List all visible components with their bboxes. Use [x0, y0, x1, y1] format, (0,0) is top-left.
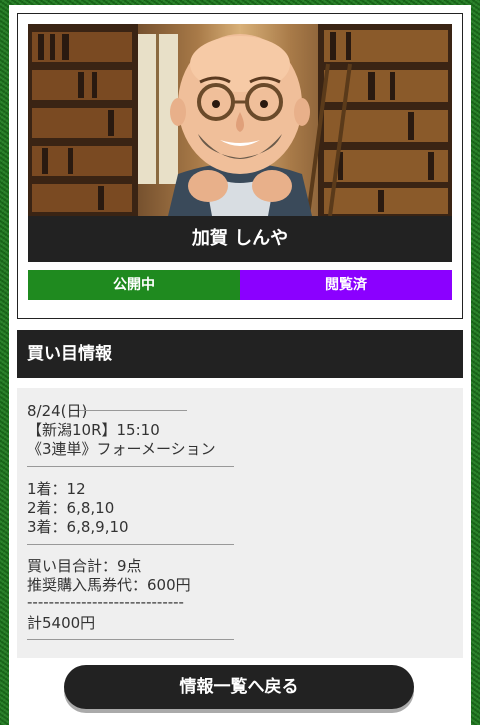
divider [27, 639, 234, 640]
status-viewed-badge: 閲覧済 [240, 270, 452, 300]
section-title: 買い目情報 [17, 330, 463, 378]
profile-card: 加賀 しんや 公開中 閲覧済 [17, 13, 463, 319]
divider [27, 466, 234, 467]
back-to-list-button[interactable]: 情報一覧へ戻る [64, 665, 414, 709]
content-panel: 加賀 しんや 公開中 閲覧済 買い目情報 8/24(日) 【新潟10R】15:1… [9, 5, 471, 725]
first-place: 1着：12 [27, 480, 86, 498]
profile-image [28, 24, 452, 216]
divider [27, 544, 234, 545]
race-info: 【新潟10R】15:10 [27, 421, 160, 439]
status-public-badge: 公開中 [28, 270, 240, 300]
bet-type: 《3連単》フォーメーション [27, 440, 216, 458]
status-row: 公開中 閲覧済 [28, 270, 452, 300]
recommended-amount: 推奨購入馬券代：600円 [27, 576, 191, 594]
second-place: 2着：6,8,10 [27, 499, 115, 517]
profile-name: 加賀 しんや [28, 216, 452, 262]
date-rule [79, 410, 187, 411]
total-amount: 計5400円 [27, 614, 96, 632]
dash-line: ----------------------------- [27, 593, 184, 611]
bet-info-box: 8/24(日) 【新潟10R】15:10 《3連単》フォーメーション 1着：12… [17, 388, 463, 658]
third-place: 3着：6,8,9,10 [27, 518, 129, 536]
total-points: 買い目合計：9点 [27, 557, 142, 575]
library-caricature-illustration [28, 24, 452, 216]
